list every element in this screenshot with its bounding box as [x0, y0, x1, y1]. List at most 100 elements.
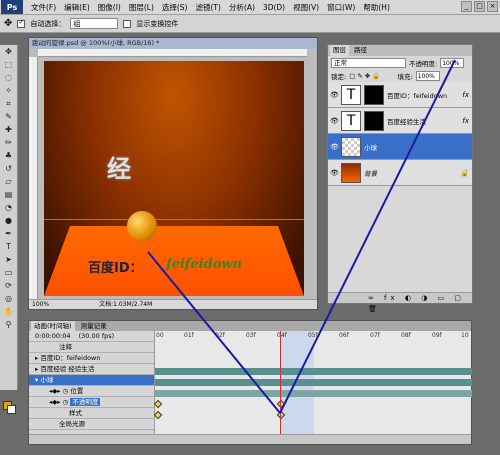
lock-label: 锁定:	[331, 72, 347, 81]
fx-icon[interactable]: fx	[462, 117, 469, 125]
blur-tool-icon[interactable]: ◔	[2, 202, 15, 214]
shape-tool-icon[interactable]: ▭	[2, 267, 15, 279]
show-transform-checkbox[interactable]	[123, 19, 132, 28]
crop-tool-icon[interactable]: ⌗	[2, 98, 15, 110]
horizontal-ruler	[38, 49, 307, 57]
track-bar[interactable]	[155, 368, 472, 375]
history-brush-icon[interactable]: ↺	[2, 163, 15, 175]
dodge-tool-icon[interactable]: ●	[2, 215, 15, 227]
opacity-field[interactable]: 100%	[440, 57, 465, 68]
layer-baidu-jingyan[interactable]: 👁 T 百度经验生活 fx	[328, 108, 472, 134]
layers-footer-icons[interactable]: ∞ fx ◐ ◑ ▭ ▢ 🗑	[328, 292, 472, 313]
menu-image[interactable]: 图像(I)	[98, 2, 121, 13]
canvas[interactable]: 经 百度ID： feifeidown	[44, 61, 304, 296]
keyframe-position-start[interactable]	[153, 399, 163, 409]
tick-label: 05f	[308, 332, 318, 339]
track-comments[interactable]: 注释	[29, 342, 154, 353]
3d-rotate-icon[interactable]: ⟳	[2, 280, 15, 292]
timeline-tracks[interactable]: 00 01f 02f 03f 04f 05f 06f 07f 08f 09f 1…	[153, 331, 472, 436]
layer-background[interactable]: 👁 背景 🔒	[328, 160, 472, 186]
menu-help[interactable]: 帮助(H)	[363, 2, 390, 13]
document-info[interactable]: 文档:1.03M/2.74M	[99, 301, 152, 308]
lock-row: 锁定: ▢ ✎ ✥ 🔒 填充: 100%	[328, 69, 472, 82]
menu-select[interactable]: 选择(S)	[162, 2, 188, 13]
auto-select-dropdown[interactable]: 组	[70, 18, 119, 29]
menu-file[interactable]: 文件(F)	[31, 2, 56, 13]
close-button[interactable]: ×	[487, 1, 498, 12]
document-status-bar: 100% 文档:1.03M/2.74M	[29, 299, 317, 309]
minimize-button[interactable]: _	[461, 1, 472, 12]
lasso-tool-icon[interactable]: ◌	[2, 72, 15, 84]
zoom-tool-icon[interactable]: ⚲	[2, 319, 15, 331]
track-label: 位置	[70, 387, 84, 395]
tick-label: 06f	[339, 332, 349, 339]
layer-name: 百度ID：feifeidown	[387, 91, 448, 100]
eye-icon[interactable]: 👁	[330, 91, 339, 99]
blend-mode-dropdown[interactable]: 正常	[331, 57, 406, 68]
eyedropper-icon[interactable]: ✎	[2, 111, 15, 123]
eraser-tool-icon[interactable]: ▱	[2, 176, 15, 188]
current-time[interactable]: 0:00:00:04	[35, 332, 71, 340]
fx-icon[interactable]: fx	[462, 91, 469, 99]
track-ball[interactable]: ▾ 小球	[29, 375, 154, 386]
stamp-tool-icon[interactable]: ♣	[2, 150, 15, 162]
text-layer-thumbnail: T	[341, 110, 361, 131]
move-tool-icon[interactable]: ✥	[2, 46, 15, 58]
tick-label: 01f	[184, 332, 194, 339]
tick-label: 02f	[215, 332, 225, 339]
path-select-icon[interactable]: ➤	[2, 254, 15, 266]
track-opacity[interactable]: ◂◆▸ ◷ 不透明度	[29, 397, 154, 408]
auto-select-checkbox[interactable]	[17, 18, 26, 28]
tick-label: 03f	[246, 332, 256, 339]
zoom-level[interactable]: 100%	[32, 301, 49, 308]
hand-tool-icon[interactable]: ✋	[2, 306, 15, 318]
tab-paths[interactable]: 路径	[351, 45, 370, 56]
3d-orbit-icon[interactable]: ◎	[2, 293, 15, 305]
menu-window[interactable]: 窗口(W)	[327, 2, 355, 13]
horizon-line	[44, 219, 304, 220]
tab-measurement-log[interactable]: 测量记录	[78, 321, 110, 331]
pen-tool-icon[interactable]: ✒	[2, 228, 15, 240]
track-global-light[interactable]: 全局光源	[29, 419, 154, 430]
blend-row: 正常 不透明度: 100%	[328, 56, 472, 69]
track-baidu-jingyan[interactable]: ▸ 百度经验 经验生活	[29, 364, 154, 375]
fill-field[interactable]: 100%	[415, 70, 440, 81]
tab-layers[interactable]: 图层	[330, 45, 349, 56]
healing-brush-icon[interactable]: ✚	[2, 124, 15, 136]
eye-icon[interactable]: 👁	[330, 143, 339, 151]
current-time-row: 0:00:00:04 (30.00 fps)	[29, 331, 154, 342]
track-baidu-id[interactable]: ▸ 百度ID：feifeidown	[29, 353, 154, 364]
document-title[interactable]: 跳动的旋律.psd @ 100%(小球, RGB/16) *	[29, 38, 317, 49]
type-tool-icon[interactable]: T	[2, 241, 15, 253]
layer-mask-thumbnail[interactable]	[364, 110, 384, 131]
menu-edit[interactable]: 编辑(E)	[64, 2, 90, 13]
background-color-swatch[interactable]	[7, 405, 16, 414]
lock-icons[interactable]: ▢ ✎ ✥ 🔒	[349, 72, 380, 80]
menu-3d[interactable]: 3D(D)	[263, 3, 285, 12]
marquee-tool-icon[interactable]: ⬚	[2, 59, 15, 71]
layer-ball[interactable]: 👁 小球	[328, 134, 472, 160]
menu-view[interactable]: 视图(V)	[293, 2, 319, 13]
menu-filter[interactable]: 滤镜(T)	[196, 2, 221, 13]
menu-layer[interactable]: 图层(L)	[129, 2, 154, 13]
layer-name: 百度经验生活	[387, 117, 426, 126]
eye-icon[interactable]: 👁	[330, 169, 339, 177]
lock-icon: 🔒	[460, 168, 469, 177]
menu-analysis[interactable]: 分析(A)	[229, 2, 255, 13]
tick-label: 10	[461, 332, 469, 339]
keyframe-opacity-start[interactable]	[153, 410, 163, 420]
tab-animation-timeline[interactable]: 动画(时间轴)	[31, 321, 75, 331]
magic-wand-icon[interactable]: ✧	[2, 85, 15, 97]
playhead[interactable]	[280, 331, 281, 436]
brush-tool-icon[interactable]: ✏	[2, 137, 15, 149]
maximize-button[interactable]: □	[474, 1, 485, 12]
tick-label: 00	[156, 332, 164, 339]
layer-baidu-id[interactable]: 👁 T 百度ID：feifeidown fx	[328, 82, 472, 108]
track-bar[interactable]	[155, 390, 472, 397]
track-position[interactable]: ◂◆▸ ◷ 位置	[29, 386, 154, 397]
track-bar[interactable]	[155, 379, 472, 386]
gradient-tool-icon[interactable]: ▤	[2, 189, 15, 201]
track-style[interactable]: 样式	[29, 408, 154, 419]
layer-mask-thumbnail[interactable]	[364, 84, 384, 105]
eye-icon[interactable]: 👁	[330, 117, 339, 125]
